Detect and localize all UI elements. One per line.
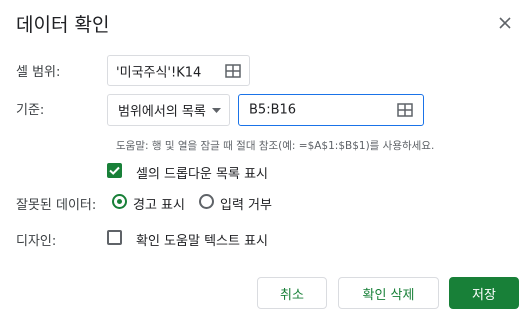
cancel-button[interactable]: 취소 [257,277,327,309]
criteria-help-text: 도움말: 행 및 열을 잠글 때 절대 참조(예: =$A$1:$B$1)를 사… [116,140,435,152]
radio-show-warning[interactable] [112,194,127,209]
criteria-type-value: 범위에서의 목록 [118,104,206,120]
invalid-data-label: 잘못된 데이터: [16,198,97,213]
grid-icon[interactable] [397,103,413,117]
dialog-title: 데이터 확인 [16,14,110,36]
show-dropdown-label: 셀의 드롭다운 목록 표시 [136,167,268,182]
help-text-checkbox[interactable] [107,230,122,245]
help-text-label: 확인 도움말 텍스트 표시 [136,234,268,249]
cell-range-value: '미국주식'!K14 [116,65,202,80]
close-icon [499,17,511,29]
criteria-type-select[interactable]: 범위에서의 목록 [107,94,230,126]
show-dropdown-checkbox[interactable] [107,163,122,178]
criteria-label: 기준: [16,103,45,118]
radio-reject-input-label: 입력 거부 [220,198,272,213]
cell-range-input[interactable]: '미국주식'!K14 [107,55,250,86]
close-button[interactable] [494,12,516,34]
radio-reject-input[interactable] [199,194,214,209]
remove-validation-button[interactable]: 확인 삭제 [338,277,439,309]
cell-range-label: 셀 범위: [16,65,61,80]
radio-show-warning-label: 경고 표시 [133,198,185,213]
appearance-label: 디자인: [16,234,57,249]
criteria-range-value: B5:B16 [249,102,297,118]
check-icon [109,166,120,175]
save-button[interactable]: 저장 [449,277,519,309]
dropdown-arrow-icon [212,108,221,113]
criteria-range-input[interactable]: B5:B16 [238,94,424,126]
grid-icon[interactable] [225,63,241,78]
